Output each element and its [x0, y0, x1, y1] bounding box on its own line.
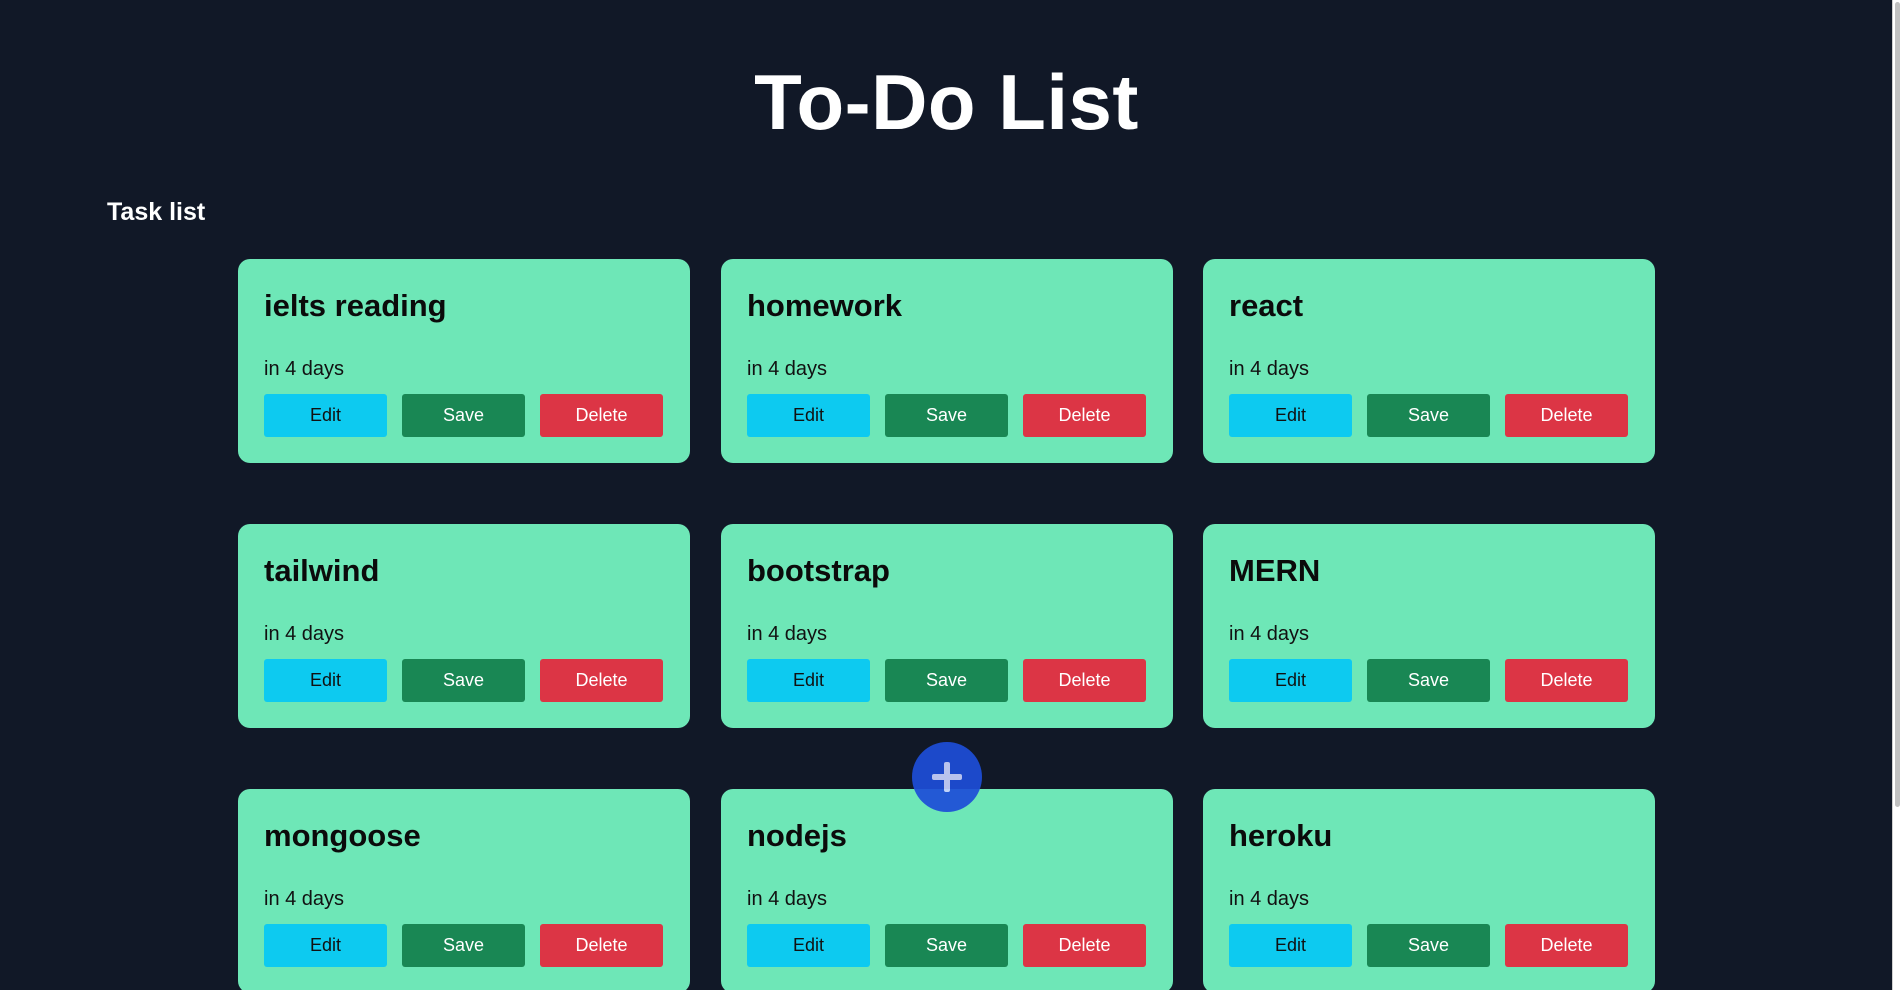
task-actions: Edit Save Delete	[264, 924, 663, 967]
task-card: tailwind in 4 days Edit Save Delete	[238, 524, 690, 728]
delete-button[interactable]: Delete	[1505, 924, 1628, 967]
save-button[interactable]: Save	[885, 394, 1008, 437]
task-due-date: in 4 days	[1229, 888, 1310, 910]
delete-button[interactable]: Delete	[1023, 394, 1146, 437]
delete-button[interactable]: Delete	[540, 924, 663, 967]
task-list-heading: Task list	[107, 198, 206, 226]
save-button[interactable]: Save	[1367, 924, 1490, 967]
task-title: bootstrap	[747, 553, 890, 588]
task-actions: Edit Save Delete	[1229, 924, 1628, 967]
task-due-date: in 4 days	[747, 888, 828, 910]
task-title: mongoose	[264, 818, 421, 853]
add-task-button[interactable]	[912, 742, 982, 812]
delete-button[interactable]: Delete	[540, 394, 663, 437]
task-title: react	[1229, 288, 1304, 323]
task-title: heroku	[1229, 818, 1333, 853]
task-title: homework	[747, 288, 903, 323]
task-actions: Edit Save Delete	[747, 394, 1146, 437]
task-due-date: in 4 days	[747, 358, 828, 380]
task-title: MERN	[1229, 553, 1321, 588]
edit-button[interactable]: Edit	[264, 394, 387, 437]
delete-button[interactable]: Delete	[1505, 659, 1628, 702]
task-card: nodejs in 4 days Edit Save Delete	[721, 789, 1173, 990]
delete-button[interactable]: Delete	[540, 659, 663, 702]
edit-button[interactable]: Edit	[264, 659, 387, 702]
task-due-date: in 4 days	[264, 358, 345, 380]
save-button[interactable]: Save	[402, 924, 525, 967]
task-due-date: in 4 days	[747, 623, 828, 645]
task-card: heroku in 4 days Edit Save Delete	[1203, 789, 1655, 990]
task-title: ielts reading	[264, 288, 447, 323]
edit-button[interactable]: Edit	[747, 394, 870, 437]
edit-button[interactable]: Edit	[264, 924, 387, 967]
save-button[interactable]: Save	[402, 659, 525, 702]
task-due-date: in 4 days	[1229, 623, 1310, 645]
task-due-date: in 4 days	[264, 888, 345, 910]
edit-button[interactable]: Edit	[747, 924, 870, 967]
task-card: MERN in 4 days Edit Save Delete	[1203, 524, 1655, 728]
task-actions: Edit Save Delete	[264, 659, 663, 702]
scrollbar-thumb[interactable]	[1895, 2, 1900, 807]
page-title: To-Do List	[754, 58, 1139, 146]
delete-button[interactable]: Delete	[1023, 659, 1146, 702]
task-actions: Edit Save Delete	[1229, 394, 1628, 437]
task-card: ielts reading in 4 days Edit Save Delete	[238, 259, 690, 463]
delete-button[interactable]: Delete	[1505, 394, 1628, 437]
plus-icon	[932, 762, 962, 792]
save-button[interactable]: Save	[1367, 394, 1490, 437]
delete-button[interactable]: Delete	[1023, 924, 1146, 967]
scrollbar[interactable]	[1892, 0, 1902, 990]
task-card: react in 4 days Edit Save Delete	[1203, 259, 1655, 463]
edit-button[interactable]: Edit	[1229, 924, 1352, 967]
task-card: homework in 4 days Edit Save Delete	[721, 259, 1173, 463]
task-card: bootstrap in 4 days Edit Save Delete	[721, 524, 1173, 728]
task-actions: Edit Save Delete	[747, 659, 1146, 702]
task-actions: Edit Save Delete	[264, 394, 663, 437]
edit-button[interactable]: Edit	[747, 659, 870, 702]
task-due-date: in 4 days	[1229, 358, 1310, 380]
save-button[interactable]: Save	[1367, 659, 1490, 702]
save-button[interactable]: Save	[885, 659, 1008, 702]
task-actions: Edit Save Delete	[1229, 659, 1628, 702]
task-card: mongoose in 4 days Edit Save Delete	[238, 789, 690, 990]
task-title: nodejs	[747, 818, 847, 853]
task-title: tailwind	[264, 553, 380, 588]
page: To-Do List Task list ielts reading in 4 …	[0, 0, 1902, 990]
save-button[interactable]: Save	[885, 924, 1008, 967]
edit-button[interactable]: Edit	[1229, 659, 1352, 702]
save-button[interactable]: Save	[402, 394, 525, 437]
task-actions: Edit Save Delete	[747, 924, 1146, 967]
edit-button[interactable]: Edit	[1229, 394, 1352, 437]
task-due-date: in 4 days	[264, 623, 345, 645]
